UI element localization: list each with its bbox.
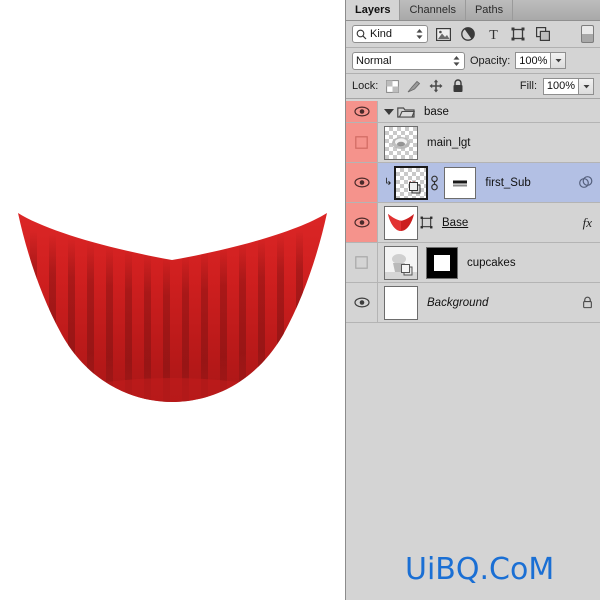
layer-row-background[interactable]: Background: [346, 283, 600, 323]
opacity-label: Opacity:: [470, 55, 510, 67]
type-filter-icon[interactable]: T: [483, 24, 503, 44]
vector-mask-icon[interactable]: [420, 216, 433, 229]
layer-thumbnail-base[interactable]: [384, 206, 418, 240]
mask-link-indicator-first-sub[interactable]: [578, 175, 593, 190]
group-disclosure-triangle-icon[interactable]: [384, 109, 394, 115]
clipping-mask-arrow-icon: ↳: [384, 177, 392, 188]
link-layers-icon[interactable]: [430, 175, 439, 191]
layer-body-first-sub[interactable]: ↳ M: [378, 163, 600, 202]
layer-name-main-lgt: main_lgt: [427, 137, 470, 149]
layer-filter-row: Kind T: [346, 21, 600, 48]
shape-filter-icon[interactable]: [508, 24, 528, 44]
chevron-down-icon: [555, 58, 562, 63]
visibility-toggle-background[interactable]: [346, 283, 378, 322]
screenshot-root: Layers Channels Paths Kind: [0, 0, 600, 600]
lock-all-icon[interactable]: [450, 78, 466, 94]
layer-mask-thumbnail-cupcakes[interactable]: [426, 247, 458, 279]
layer-name-background: Background: [427, 297, 488, 309]
chevron-updown-icon[interactable]: [415, 27, 424, 41]
layer-name-cupcakes: cupcakes: [467, 257, 516, 269]
chevron-updown-icon[interactable]: [452, 54, 461, 68]
filter-enable-toggle[interactable]: [581, 25, 594, 43]
lock-image-icon[interactable]: [406, 78, 422, 94]
fill-label: Fill:: [520, 80, 537, 92]
eye-icon: [354, 106, 370, 117]
svg-text:T: T: [489, 28, 498, 41]
blend-mode-row: Normal Opacity: 100%: [346, 48, 600, 74]
layer-body-base-group[interactable]: base: [378, 101, 600, 122]
layer-list[interactable]: base: [346, 101, 600, 600]
opacity-dropdown-button[interactable]: [551, 52, 566, 69]
layer-body-base[interactable]: Base fx: [378, 203, 600, 242]
layer-body-main-lgt[interactable]: main_lgt: [378, 123, 600, 162]
folder-icon: [397, 105, 415, 118]
eye-icon: [354, 177, 370, 188]
eye-hidden-icon: [355, 256, 368, 269]
tab-bar-filler: [513, 0, 600, 20]
adjustment-filter-icon[interactable]: [458, 24, 478, 44]
layer-mask-thumbnail-first-sub[interactable]: [444, 167, 476, 199]
layer-name-first-sub: first_Sub: [485, 177, 530, 189]
tab-channels[interactable]: Channels: [400, 0, 465, 20]
eye-icon: [354, 297, 370, 308]
layer-thumbnail-main-lgt[interactable]: [384, 126, 418, 160]
layer-row-cupcakes[interactable]: cupcakes: [346, 243, 600, 283]
fill-value[interactable]: 100%: [543, 78, 579, 95]
lock-position-icon[interactable]: [428, 78, 444, 94]
layer-body-cupcakes[interactable]: cupcakes: [378, 243, 600, 282]
filter-kind-select[interactable]: Kind: [352, 25, 428, 43]
layer-row-base[interactable]: Base fx: [346, 203, 600, 243]
document-canvas[interactable]: [0, 0, 345, 600]
pixel-filter-icon[interactable]: [433, 24, 453, 44]
layer-name-base: Base: [442, 217, 468, 229]
layer-name-base-group: base: [424, 106, 449, 118]
visibility-toggle-base-group[interactable]: [346, 101, 378, 122]
layer-effects-badge-base[interactable]: fx: [583, 215, 592, 231]
visibility-toggle-main-lgt[interactable]: [346, 123, 378, 162]
site-watermark: UiBQ.CoM: [405, 552, 554, 587]
lock-icon: [582, 296, 593, 309]
tab-layers[interactable]: Layers: [346, 0, 400, 20]
panel-tab-bar: Layers Channels Paths: [346, 0, 600, 21]
smartobject-filter-icon[interactable]: [533, 24, 553, 44]
layer-row-main-lgt[interactable]: main_lgt: [346, 123, 600, 163]
tab-paths[interactable]: Paths: [466, 0, 513, 20]
eye-hidden-icon: [355, 136, 368, 149]
lock-label: Lock:: [352, 80, 378, 92]
layer-locked-badge-background: [582, 296, 593, 309]
layer-body-background[interactable]: Background: [378, 283, 600, 322]
blend-mode-value: Normal: [356, 55, 452, 67]
fill-dropdown-button[interactable]: [579, 78, 594, 95]
search-icon: [356, 29, 367, 40]
layers-panel: Layers Channels Paths Kind: [345, 0, 600, 600]
chevron-down-icon: [583, 84, 590, 89]
blend-mode-select[interactable]: Normal: [352, 52, 465, 70]
lock-transparency-icon[interactable]: [384, 78, 400, 94]
mask-indicator-icon: [578, 175, 593, 190]
visibility-toggle-cupcakes[interactable]: [346, 243, 378, 282]
layer-thumbnail-first-sub[interactable]: M: [394, 166, 428, 200]
lock-row: Lock:: [346, 74, 600, 99]
filter-kind-label: Kind: [370, 28, 415, 40]
layer-row-base-group[interactable]: base: [346, 101, 600, 123]
opacity-value[interactable]: 100%: [515, 52, 551, 69]
red-cupcake-liner-artwork: [0, 190, 345, 405]
visibility-toggle-base[interactable]: [346, 203, 378, 242]
layer-thumbnail-cupcakes[interactable]: [384, 246, 418, 280]
layer-row-first-sub[interactable]: ↳ M: [346, 163, 600, 203]
visibility-toggle-first-sub[interactable]: [346, 163, 378, 202]
eye-icon: [354, 217, 370, 228]
layer-thumbnail-background[interactable]: [384, 286, 418, 320]
